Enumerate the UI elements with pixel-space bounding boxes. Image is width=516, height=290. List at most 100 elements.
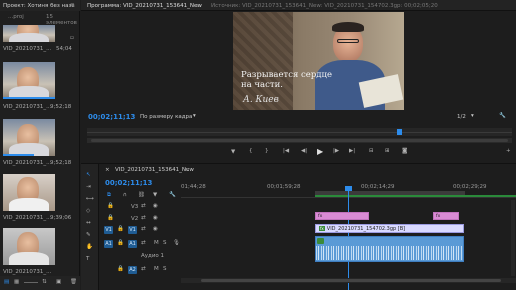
close-icon[interactable]: ×	[105, 167, 110, 173]
clip-duration: 9;39;06	[50, 215, 72, 221]
chevron-down-icon[interactable]: ▾	[193, 113, 196, 119]
add-marker-icon[interactable]: ▼	[231, 149, 235, 155]
razor-tool-icon[interactable]: ◇	[86, 208, 90, 214]
zoom-slider[interactable]	[24, 282, 38, 283]
step-back-icon[interactable]: ◀|	[301, 148, 307, 154]
microphone-icon[interactable]: 🎙	[173, 240, 180, 246]
track-label-v3: V3	[131, 204, 139, 210]
step-forward-icon[interactable]: |▶	[333, 148, 339, 154]
solo-button[interactable]: S	[163, 266, 167, 272]
sync-lock-icon[interactable]: ⇄	[141, 226, 146, 232]
project-panel: Проект: Хотиня без назв ≡ ...proj 15 эле…	[0, 0, 80, 290]
sync-lock-icon[interactable]: ⇄	[141, 240, 146, 246]
clip-duration: 54;04	[56, 46, 72, 52]
eye-icon[interactable]: ◉	[153, 226, 158, 232]
video-clip-v1[interactable]: fx VID_20210731_154702.3gp [B]	[315, 224, 464, 233]
clip-thumbnail[interactable]	[3, 25, 55, 42]
camera-icon[interactable]: ◙	[402, 148, 407, 154]
lock-icon[interactable]: 🔒	[117, 226, 124, 232]
lock-icon[interactable]: 🔒	[117, 240, 124, 246]
track-target-a1[interactable]: A1	[128, 240, 137, 248]
fx-badge: fx	[319, 226, 325, 231]
source-patch-v1[interactable]: V1	[104, 226, 113, 234]
go-to-out-icon[interactable]: ▶|	[349, 148, 355, 154]
clip-thumbnail[interactable]	[3, 174, 55, 211]
mark-in-icon[interactable]: {	[249, 148, 253, 154]
extract-icon[interactable]: ⊞	[385, 148, 390, 154]
track-target-v1[interactable]: V1	[128, 226, 137, 234]
icon-view-icon[interactable]: ▦	[14, 279, 19, 285]
nest-icon[interactable]: ⧉	[107, 192, 111, 199]
program-monitor: Программа: VID_20210731_153641_New ≡ Ист…	[81, 0, 516, 160]
panel-menu-icon[interactable]: ≡	[196, 3, 201, 9]
track-label-v2: V2	[131, 216, 139, 222]
project-footer: ▤ ▦ ⇅ ▣ 🗑	[0, 276, 80, 290]
playhead-marker[interactable]	[345, 186, 352, 191]
video-clip-v2[interactable]: fx	[433, 212, 459, 220]
clip-thumbnail[interactable]	[3, 62, 55, 99]
sync-lock-icon[interactable]: ⇄	[141, 215, 146, 221]
eye-icon[interactable]: ◉	[153, 203, 158, 209]
new-item-icon[interactable]: ▣	[56, 279, 61, 285]
program-timecode[interactable]: 00;02;11;13	[88, 113, 135, 121]
add-button-icon[interactable]: +	[506, 148, 511, 154]
panel-menu-icon[interactable]: ≡	[185, 167, 190, 173]
program-scrubber[interactable]	[87, 128, 512, 136]
go-to-in-icon[interactable]: |◀	[283, 148, 289, 154]
fit-select[interactable]: По размеру кадра	[140, 114, 192, 120]
slip-tool-icon[interactable]: ↔	[86, 220, 91, 226]
sync-lock-icon[interactable]: ⇄	[141, 203, 146, 209]
clip-label: VID_20210731_154702.3gp [B]	[326, 225, 406, 232]
type-tool-icon[interactable]: T	[86, 256, 89, 262]
lift-icon[interactable]: ⊟	[369, 148, 374, 154]
selection-tool-icon[interactable]: ↖	[86, 172, 91, 178]
timeline-panel: ↖ ⇥ ⟷ ◇ ↔ ✎ ✋ T × VID_20210731_153641_Ne…	[81, 163, 516, 290]
solo-button[interactable]: S	[163, 240, 167, 246]
source-tab[interactable]: Источник: VID_20210731_153641_New: VID_2…	[211, 3, 438, 9]
tools-panel: ↖ ⇥ ⟷ ◇ ↔ ✎ ✋ T	[81, 164, 99, 290]
eye-icon[interactable]: ◉	[153, 215, 158, 221]
zoom-bar[interactable]	[87, 138, 512, 143]
chevron-down-icon[interactable]: ▾	[471, 113, 474, 119]
clip-thumbnail[interactable]	[3, 119, 55, 156]
lock-icon[interactable]: 🔒	[107, 203, 114, 209]
snap-icon[interactable]: ∩	[123, 192, 127, 198]
list-view-icon[interactable]: ▤	[4, 279, 9, 285]
project-tab[interactable]: Проект: Хотиня без назв ≡	[0, 0, 80, 11]
linked-selection-icon[interactable]: ⛓	[138, 192, 145, 198]
sync-lock-icon[interactable]: ⇄	[141, 266, 146, 272]
horizontal-scrollbar[interactable]	[181, 278, 516, 283]
panel-menu-icon[interactable]: ≡	[70, 2, 75, 8]
delete-icon[interactable]: 🗑	[70, 279, 77, 285]
clip-menu-icon[interactable]: ▫	[70, 35, 74, 41]
track-select-icon[interactable]: ⇥	[86, 184, 91, 190]
sort-icon[interactable]: ⇅	[42, 279, 47, 285]
wrench-icon[interactable]: 🔧	[169, 192, 176, 198]
video-clip-v2[interactable]: fx	[315, 212, 369, 220]
timeline-timecode[interactable]: 00;02;11;13	[105, 179, 152, 187]
project-title: Проект: Хотиня без назв	[3, 3, 75, 9]
play-icon[interactable]: ▶	[317, 147, 323, 156]
ruler-label: 00;01;59;28	[267, 184, 301, 190]
lock-icon[interactable]: 🔒	[107, 215, 114, 221]
clip-thumbnail[interactable]	[3, 228, 55, 265]
hand-tool-icon[interactable]: ✋	[86, 244, 93, 250]
sequence-tab[interactable]: VID_20210731_153641_New	[115, 167, 194, 173]
wrench-icon[interactable]: 🔧	[499, 113, 506, 119]
mute-button[interactable]: M	[154, 266, 159, 272]
audio-clip-a1[interactable]	[315, 236, 464, 262]
resolution-select[interactable]: 1/2	[457, 114, 466, 120]
fx-badge	[317, 238, 324, 244]
ripple-edit-icon[interactable]: ⟷	[86, 196, 94, 202]
mute-button[interactable]: M	[154, 240, 159, 246]
source-patch-a1[interactable]: A1	[104, 240, 113, 248]
mark-out-icon[interactable]: }	[265, 148, 269, 154]
speaker-hair	[332, 22, 364, 32]
lock-icon[interactable]: 🔒	[117, 266, 124, 272]
program-tab[interactable]: Программа: VID_20210731_153641_New	[87, 3, 202, 9]
vertical-scrollbar[interactable]	[511, 200, 515, 276]
track-target-a2[interactable]: A2	[128, 266, 137, 274]
pen-tool-icon[interactable]: ✎	[86, 232, 91, 238]
playhead-marker[interactable]	[397, 129, 402, 135]
add-marker-icon[interactable]: ▼	[153, 192, 157, 198]
